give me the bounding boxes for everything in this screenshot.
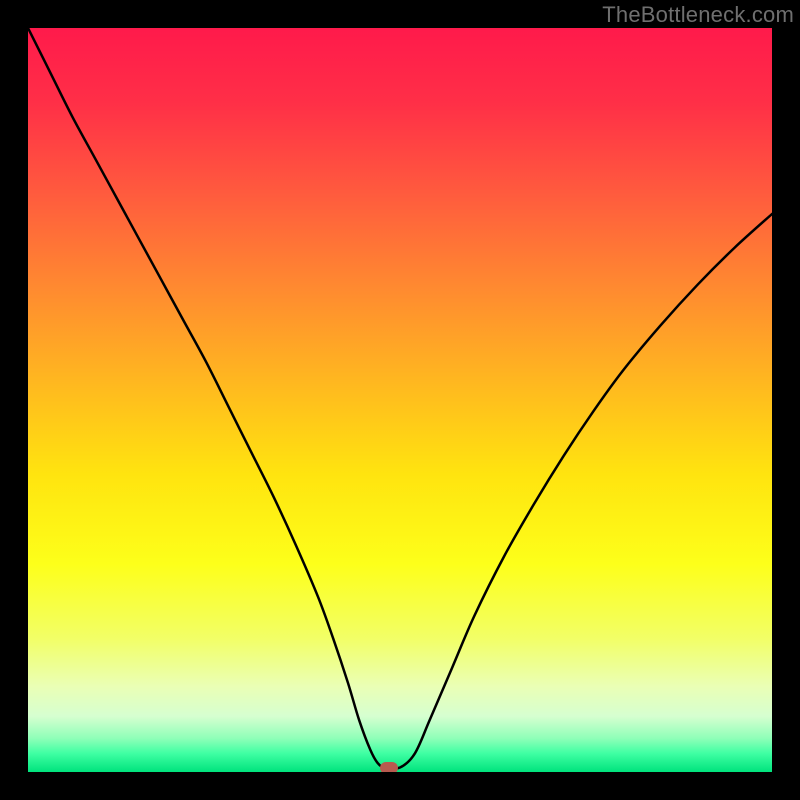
bottleneck-curve [28,28,772,769]
watermark-text: TheBottleneck.com [602,2,794,28]
plot-area [28,28,772,772]
bottleneck-point-marker [380,762,398,772]
chart-stage: TheBottleneck.com [0,0,800,800]
curve-layer [28,28,772,772]
